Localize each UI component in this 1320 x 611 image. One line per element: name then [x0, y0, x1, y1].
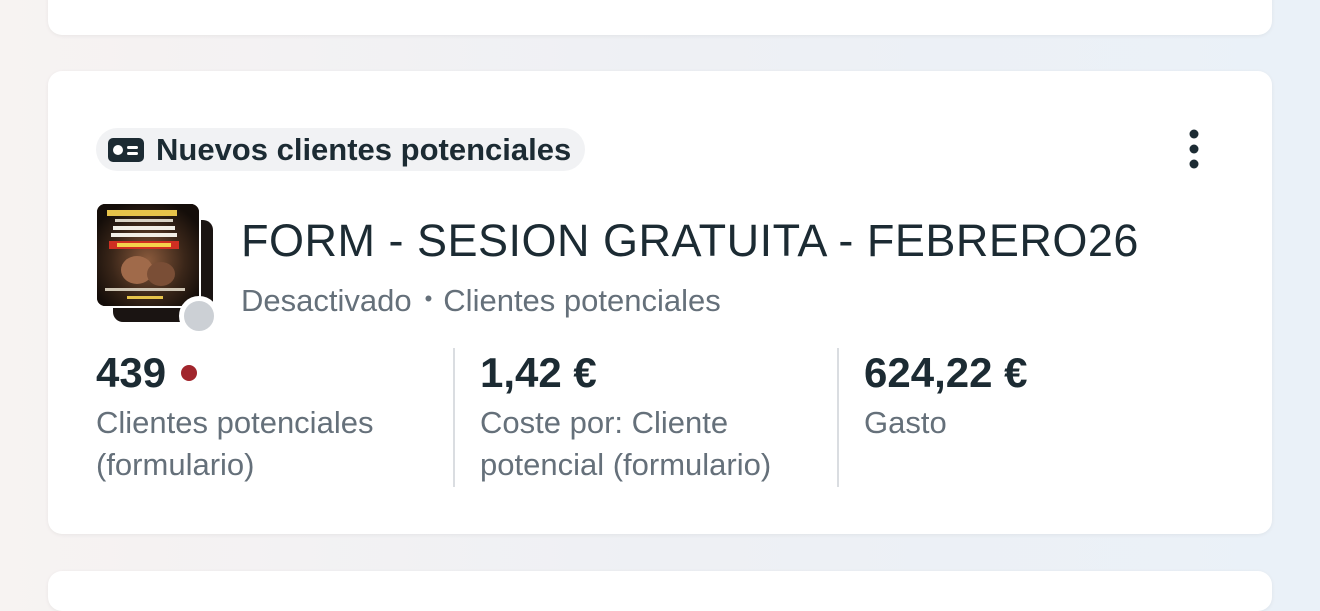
- ad-card[interactable]: Nuevos clientes potenciales FORM - SESIO…: [48, 71, 1272, 534]
- spend-value: 624,22 €: [864, 349, 1028, 396]
- objective-label: Nuevos clientes potenciales: [156, 131, 572, 167]
- previous-card: [48, 0, 1272, 35]
- more-options-button[interactable]: [1172, 127, 1216, 171]
- metric-label: Coste por: Cliente potencial (formulario…: [480, 402, 771, 486]
- next-card: [48, 571, 1272, 611]
- ad-thumbnail[interactable]: [95, 202, 219, 336]
- ad-meta: Desactivado • Clientes potenciales: [241, 283, 721, 319]
- lead-form-icon: [108, 137, 144, 162]
- metric-label: Clientes potenciales (formulario): [96, 402, 373, 486]
- ad-creative-image: [95, 202, 201, 308]
- metric-label-line: Coste por: Cliente: [480, 405, 729, 440]
- metric-label-line: Gasto: [864, 405, 947, 440]
- ad-type: Clientes potenciales: [443, 283, 721, 318]
- metric-value: 439: [96, 347, 373, 399]
- more-vertical-icon: [1189, 129, 1199, 169]
- metric-leads[interactable]: 439 Clientes potenciales (formulario): [96, 347, 373, 486]
- metric-divider: [837, 348, 839, 487]
- metric-label-line: Clientes potenciales: [96, 405, 374, 440]
- status-indicator: [179, 296, 219, 336]
- metric-divider: [453, 348, 455, 487]
- cost-per-lead-value: 1,42 €: [480, 349, 597, 396]
- metric-label-line: (formulario): [96, 447, 255, 482]
- leads-value: 439: [96, 349, 167, 396]
- metric-value: 624,22 €: [864, 347, 1028, 399]
- metric-spend[interactable]: 624,22 € Gasto: [864, 347, 1028, 444]
- alert-dot: [181, 365, 198, 381]
- metric-label-line: potencial (formulario): [480, 447, 772, 482]
- ad-status: Desactivado: [241, 283, 412, 318]
- ad-title[interactable]: FORM - SESION GRATUITA - FEBRERO26: [241, 215, 1139, 267]
- metric-cost-per-lead[interactable]: 1,42 € Coste por: Cliente potencial (for…: [480, 347, 771, 486]
- meta-separator: •: [424, 286, 433, 311]
- metric-value: 1,42 €: [480, 347, 771, 399]
- metric-label: Gasto: [864, 402, 1028, 444]
- objective-badge: Nuevos clientes potenciales: [96, 128, 586, 171]
